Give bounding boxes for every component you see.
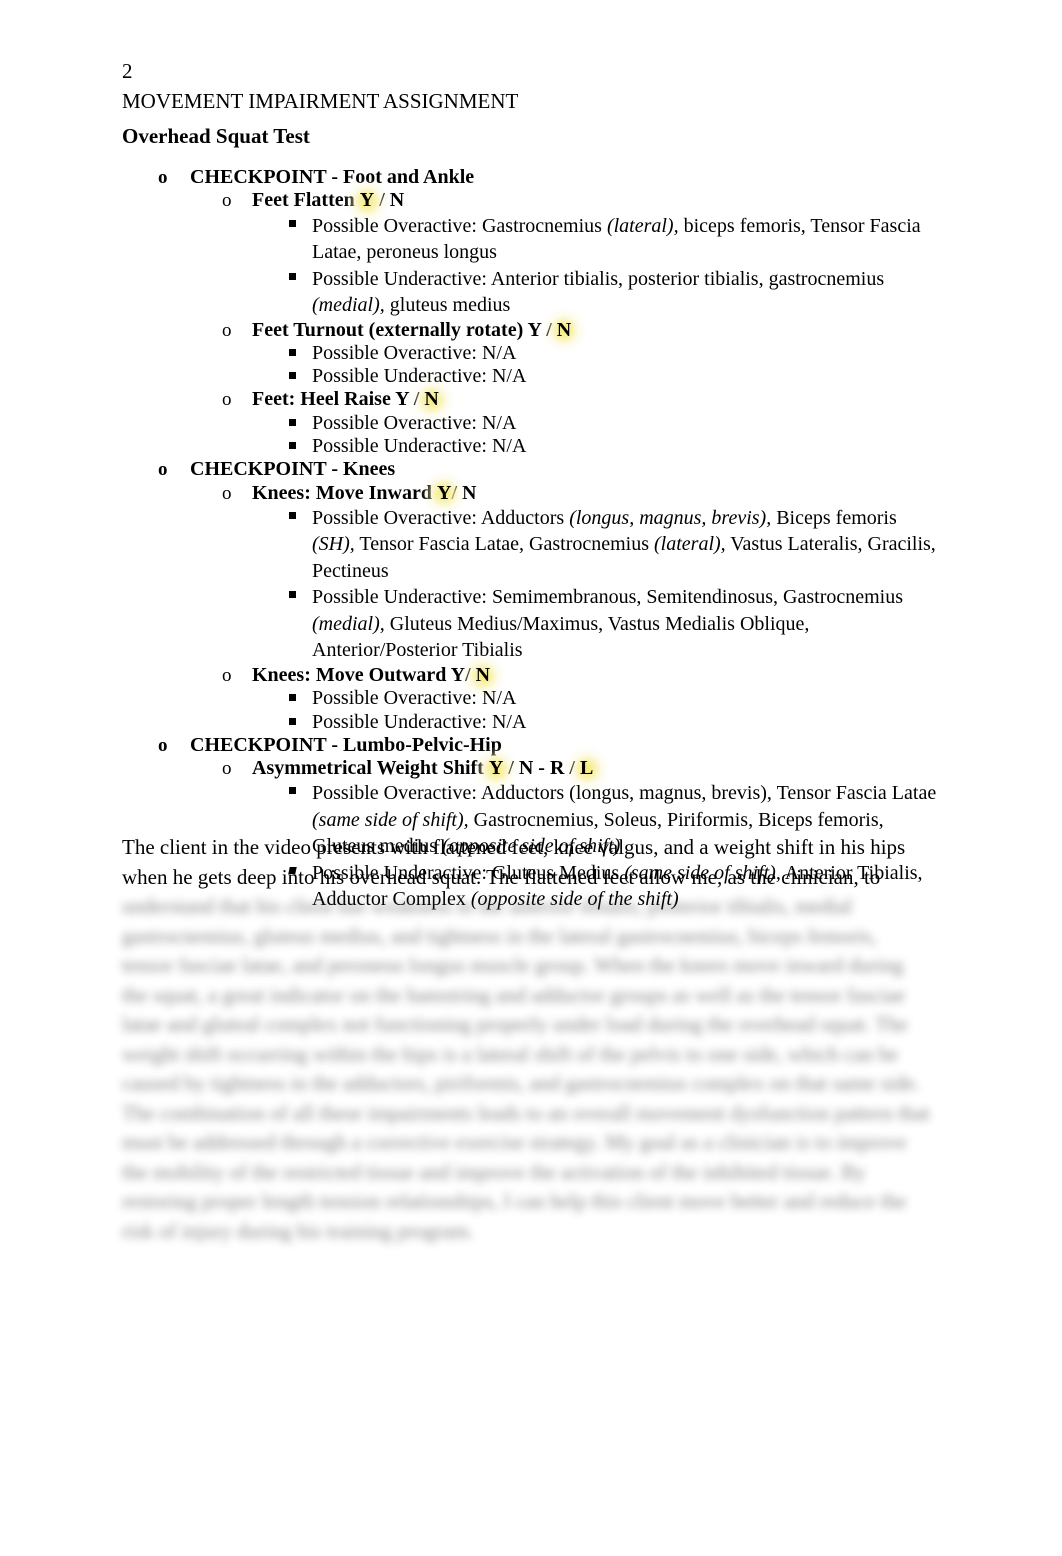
- highlight-answer: Y: [489, 757, 503, 780]
- highlight-answer: N: [424, 388, 438, 411]
- detail-emphasis: (medial),: [312, 612, 385, 635]
- square-bullet-icon: [289, 442, 296, 450]
- circle-bullet-icon: o: [222, 482, 232, 504]
- detail-underactive: Possible Underactive: Semimembranous, Se…: [0, 584, 1062, 664]
- checkpoint-foot-and-ankle: o CHECKPOINT - Foot and Ankle: [0, 166, 1062, 189]
- detail-overactive: Possible Overactive: N/A: [0, 412, 1062, 435]
- detail-overactive: Possible Overactive: Gastrocnemius (late…: [0, 213, 1062, 266]
- square-bullet-icon: [289, 787, 296, 795]
- document-page: 2 MOVEMENT IMPAIRMENT ASSIGNMENT Overhea…: [0, 0, 1062, 1556]
- page-number: 2: [122, 59, 133, 83]
- detail-text: Possible Underactive: N/A: [312, 435, 527, 458]
- answer-value: Y: [359, 189, 375, 212]
- item-label: Feet Flatten: [252, 189, 360, 212]
- detail-text: Possible Overactive: N/A: [312, 341, 517, 364]
- item-label: Knees: Move Inward: [252, 481, 437, 504]
- answer-value: N: [475, 663, 491, 686]
- detail-label: Possible Underactive: Semimembranous, Se…: [312, 586, 904, 609]
- document-title: MOVEMENT IMPAIRMENT ASSIGNMENT: [122, 89, 519, 113]
- circle-bullet-icon: o: [158, 167, 168, 188]
- detail-text: Possible Overactive: N/A: [312, 411, 517, 434]
- item-knees-move-outward: o Knees: Move Outward Y/ N: [0, 664, 1062, 687]
- circle-bullet-icon: o: [222, 664, 232, 686]
- detail-underactive: Possible Underactive: N/A: [0, 435, 1062, 458]
- square-bullet-icon: [289, 348, 296, 356]
- detail-label: Possible Overactive: Adductors: [312, 506, 570, 529]
- highlight-answer: Y: [437, 482, 451, 505]
- checkpoint-label: CHECKPOINT - Lumbo-Pelvic-Hip: [190, 733, 502, 756]
- highlight-answer: N: [476, 664, 490, 687]
- detail-underactive: Possible Underactive: N/A: [0, 711, 1062, 734]
- square-bullet-icon: [289, 694, 296, 702]
- circle-bullet-icon: o: [222, 190, 232, 212]
- answer-value: N: [556, 318, 572, 341]
- highlight-side: L: [580, 757, 593, 780]
- item-asymmetrical-weight-shift: o Asymmetrical Weight Shift Y / N - R / …: [0, 757, 1062, 780]
- checkpoint-lumbo-pelvic-hip: o CHECKPOINT - Lumbo-Pelvic-Hip: [0, 734, 1062, 757]
- circle-bullet-icon: o: [222, 389, 232, 411]
- detail-label: Possible Overactive: Gastrocnemius: [312, 214, 607, 237]
- answer-value: N: [424, 388, 439, 411]
- item-feet-heel-raise: o Feet: Heel Raise Y / N: [0, 388, 1062, 411]
- answer-value: Y: [436, 481, 452, 504]
- item-knees-move-inward: o Knees: Move Inward Y/ N: [0, 482, 1062, 505]
- outline-list: o CHECKPOINT - Foot and Ankle o Feet Fla…: [0, 166, 1062, 913]
- paragraph-visible-text: The client in the video presents with fl…: [122, 835, 906, 889]
- square-bullet-icon: [289, 511, 296, 519]
- detail-emphasis: (lateral),: [606, 214, 679, 237]
- item-options: / N - R /: [503, 757, 580, 780]
- detail-emphasis: (lateral),: [654, 533, 726, 556]
- detail-underactive: Possible Underactive: N/A: [0, 365, 1062, 388]
- circle-bullet-icon: o: [158, 734, 168, 756]
- item-feet-flatten: o Feet Flatten Y / N: [0, 189, 1062, 212]
- section-heading: Overhead Squat Test: [122, 124, 310, 148]
- square-bullet-icon: [289, 717, 296, 725]
- circle-bullet-icon: o: [158, 459, 168, 481]
- paragraph-redacted-text: understand that his client has weakness …: [122, 894, 930, 1243]
- item-options: / N: [451, 481, 477, 504]
- detail-emphasis: (longus, magnus, brevis),: [569, 506, 772, 529]
- square-bullet-icon: [289, 272, 296, 280]
- detail-overactive: Possible Overactive: Adductors (longus, …: [0, 505, 1062, 585]
- detail-overactive: Possible Overactive: N/A: [0, 687, 1062, 710]
- checkpoint-label: CHECKPOINT - Knees: [190, 458, 396, 481]
- item-label: Asymmetrical Weight Shift: [252, 757, 489, 780]
- highlight-answer: Y: [360, 189, 374, 212]
- square-bullet-icon: [289, 418, 296, 426]
- detail-text: Possible Underactive: N/A: [312, 710, 527, 733]
- circle-bullet-icon: o: [222, 758, 232, 780]
- square-bullet-icon: [289, 372, 296, 380]
- detail-mid: Tensor Fascia Latae, Gastrocnemius: [354, 533, 655, 556]
- square-bullet-icon: [289, 219, 296, 227]
- detail-rest: gluteus medius: [384, 294, 511, 317]
- item-options: / N: [374, 189, 405, 212]
- highlight-answer: N: [557, 319, 571, 342]
- detail-text: Possible Overactive: N/A: [312, 687, 517, 710]
- detail-emphasis: (SH),: [312, 533, 355, 556]
- square-bullet-icon: [289, 591, 296, 599]
- detail-emphasis: (same side of shift),: [312, 808, 469, 831]
- analysis-paragraph: The client in the video presents with fl…: [122, 833, 930, 1246]
- side-value: L: [579, 757, 594, 780]
- circle-bullet-icon: o: [222, 319, 232, 341]
- checkpoint-knees: o CHECKPOINT - Knees: [0, 458, 1062, 481]
- detail-label: Possible Underactive: Anterior tibialis,…: [312, 267, 885, 290]
- detail-rest: Gluteus Medius/Maximus, Vastus Medialis …: [312, 612, 810, 662]
- answer-value: Y: [488, 757, 504, 780]
- item-feet-turnout: o Feet Turnout (externally rotate) Y / N: [0, 319, 1062, 342]
- item-label: Knees: Move Outward Y/: [252, 663, 476, 686]
- detail-mid: Biceps femoris: [771, 506, 897, 529]
- page-header: 2 MOVEMENT IMPAIRMENT ASSIGNMENT: [122, 56, 518, 116]
- checkpoint-label: CHECKPOINT - Foot and Ankle: [190, 166, 475, 188]
- detail-text: Possible Underactive: N/A: [312, 365, 527, 388]
- detail-label: Possible Overactive: Adductors (longus, …: [312, 782, 937, 805]
- item-label: Feet: Heel Raise Y /: [252, 388, 425, 411]
- item-label: Feet Turnout (externally rotate) Y /: [252, 318, 557, 341]
- detail-overactive: Possible Overactive: N/A: [0, 342, 1062, 365]
- detail-underactive: Possible Underactive: Anterior tibialis,…: [0, 266, 1062, 319]
- detail-emphasis: (medial),: [312, 294, 385, 317]
